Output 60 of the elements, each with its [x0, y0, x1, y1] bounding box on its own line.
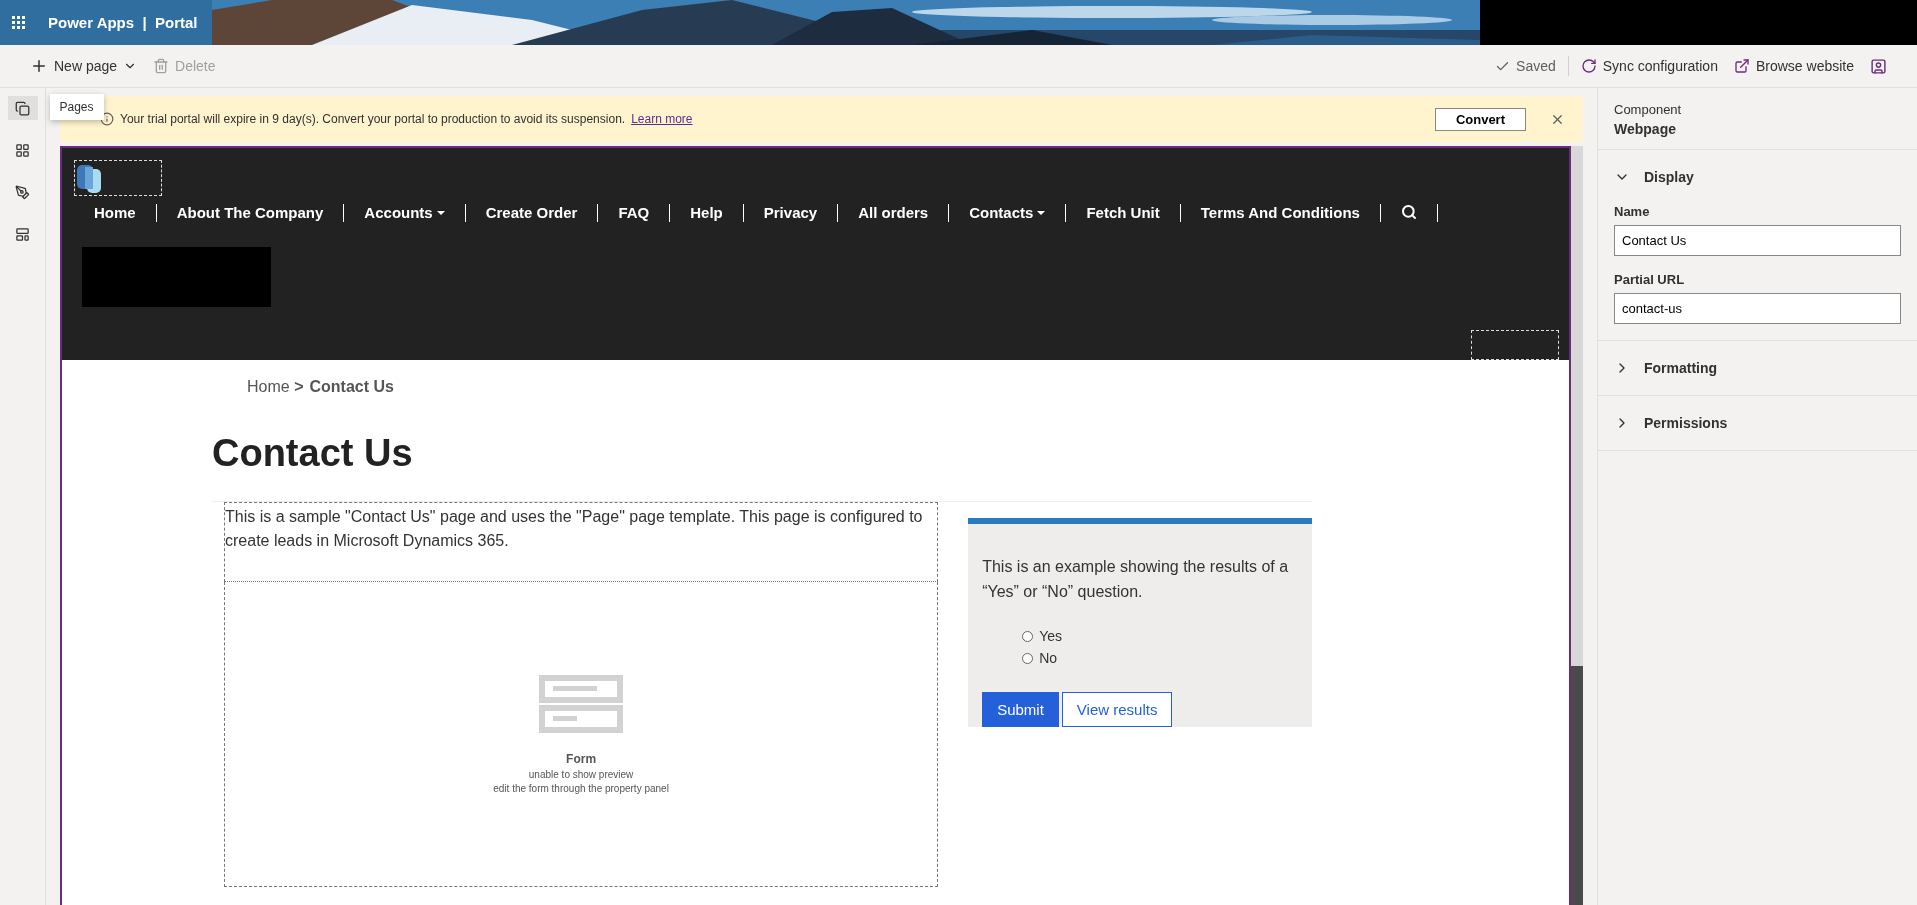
field-label: Partial URL [1614, 272, 1686, 287]
placeholder-frame[interactable] [1471, 330, 1559, 360]
form-title: Form [566, 751, 597, 766]
breadcrumb-link[interactable]: Home > [247, 378, 304, 396]
plus-icon [30, 57, 48, 75]
submit-button[interactable]: Submit [982, 692, 1059, 727]
search-icon [1400, 204, 1417, 220]
learn-more-link[interactable]: Learn more [631, 112, 693, 126]
external-link-icon [1733, 58, 1750, 74]
template-icon [15, 226, 30, 242]
components-icon [15, 142, 30, 158]
sync-icon [1580, 58, 1597, 74]
intro-text: This is a sample "Contact Us" page and uses the "Page" page template. This page is configured to create leads in Microsoft Dynamics 365. [224, 502, 939, 582]
nav-link[interactable]: FAQ [598, 204, 671, 222]
nav-link[interactable]: Fetch Unit [1066, 204, 1181, 222]
form-icon [539, 674, 624, 733]
section-header[interactable]: Display [1614, 150, 1694, 204]
nav-link[interactable]: All orders [838, 204, 950, 222]
add-button[interactable]: New page [22, 50, 146, 82]
nav-link[interactable]: Create Order [465, 204, 599, 222]
form-hint: unable to show preview [528, 768, 634, 780]
form-hint: edit the form through the property panel [493, 782, 669, 794]
feedback-icon [1870, 57, 1887, 75]
logo-placeholder[interactable] [74, 160, 162, 196]
nav-link[interactable]: Home [74, 204, 157, 222]
page-title: Contact Us [212, 432, 1312, 502]
nav-link[interactable]: Terms And Conditions [1180, 204, 1381, 222]
radio-option[interactable]: Yes [982, 628, 1300, 644]
caret-icon [436, 211, 445, 215]
saved-status: Saved [1487, 58, 1564, 74]
scrollbar[interactable] [1571, 146, 1583, 905]
radio-option[interactable]: No [982, 650, 1300, 666]
input-field[interactable]: Contact Us [1614, 225, 1901, 256]
convert-button[interactable]: Convert [1434, 107, 1526, 131]
form-placeholder[interactable]: Form unable to show preview edit the form through the property panel [224, 582, 939, 887]
app-launcher-icon[interactable] [12, 15, 26, 30]
sync-button[interactable]: Sync configuration [1572, 50, 1726, 82]
breadcrumb-current: Contact Us [309, 378, 394, 396]
nav-link[interactable]: Help [670, 204, 744, 222]
pen-icon [15, 184, 30, 200]
app-title: Power Apps | Portal [48, 14, 198, 31]
field-label: Name [1614, 204, 1651, 219]
nav-link[interactable]: Contacts [949, 204, 1067, 222]
nav-link[interactable]: Accounts [344, 204, 466, 222]
component-caption: Component [1614, 102, 1683, 117]
input-field[interactable]: contact-us [1614, 293, 1901, 324]
tooltip: Pages [49, 94, 104, 120]
nav-link[interactable]: Privacy [743, 204, 839, 222]
section-header[interactable]: Permissions [1614, 396, 1728, 450]
banner-message: Your trial portal will expire in 9 day(s). Convert your portal to production to avoid its suspension. [120, 112, 626, 126]
pages-icon [15, 100, 30, 116]
poll-question: This is an example showing the results of a “Yes” or “No” question. [982, 557, 1290, 602]
info-icon [100, 112, 114, 126]
caret-icon [1037, 211, 1046, 215]
view-results-button[interactable]: View results [1061, 692, 1173, 727]
browse-button[interactable]: Browse website [1725, 50, 1862, 82]
trash-icon [153, 58, 170, 74]
nav-link[interactable]: About The Company [156, 204, 345, 222]
section-header[interactable]: Formatting [1614, 341, 1718, 395]
component-type: Webpage [1614, 121, 1677, 137]
